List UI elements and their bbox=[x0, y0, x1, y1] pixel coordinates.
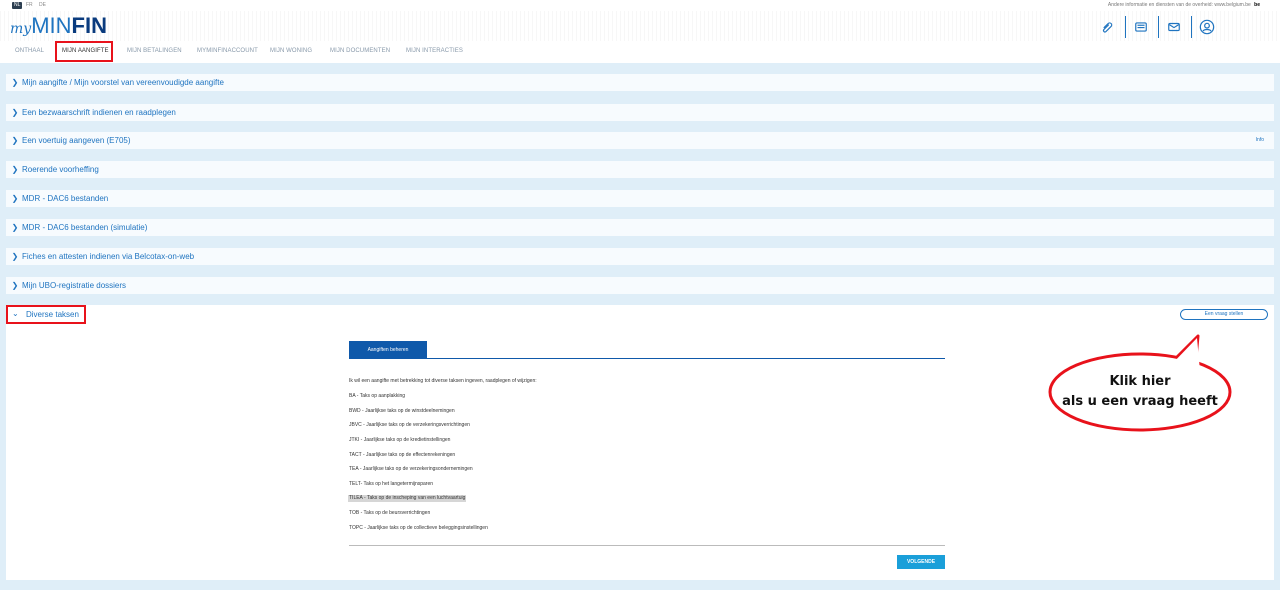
accordion-label: Een bezwaarschrift indienen en raadplege… bbox=[22, 108, 176, 117]
site-header: myMINFIN bbox=[0, 11, 1280, 41]
accordion-item-diverse-taksen[interactable]: ⌄ Diverse taksen bbox=[6, 305, 1274, 324]
accordion-item-voertuig[interactable]: ❯ Een voertuig aangeven (E705) Info bbox=[6, 132, 1274, 149]
tax-option[interactable]: BWD - Jaarlijkse taks op de winstdeelnem… bbox=[349, 408, 455, 415]
nav-onthaal[interactable]: ONTHAAL bbox=[15, 48, 44, 54]
accordion-label: MDR - DAC6 bestanden (simulatie) bbox=[22, 223, 148, 232]
nav-mijn-betalingen[interactable]: MIJN BETALINGEN bbox=[127, 48, 182, 54]
tab-aangiften-beheren[interactable]: Aangiften beheren bbox=[349, 341, 427, 359]
callout-text: Klik hier als u een vraag heeft bbox=[1040, 372, 1240, 412]
tax-option[interactable]: TOPC - Jaarlijkse taks op de collectieve… bbox=[349, 525, 488, 532]
form-divider bbox=[349, 545, 945, 546]
accordion-label: Mijn aangifte / Mijn voorstel van vereen… bbox=[22, 78, 224, 87]
main-nav: ONTHAAL MIJN AANGIFTE MIJN BETALINGEN MY… bbox=[0, 41, 1280, 63]
accordion-item-bezwaarschrift[interactable]: ❯ Een bezwaarschrift indienen en raadple… bbox=[6, 104, 1274, 121]
annotation-highlight-nav bbox=[55, 41, 113, 62]
accordion-label: Roerende voorheffing bbox=[22, 165, 99, 174]
paperclip-icon[interactable] bbox=[1097, 17, 1117, 37]
top-strip: NL FR DE Andere informatie en diensten v… bbox=[0, 0, 1280, 11]
tax-option-selected[interactable]: TILEA - Taks op de inscheping van een lu… bbox=[348, 495, 467, 502]
accordion-item-mdr-dac6[interactable]: ❯ MDR - DAC6 bestanden bbox=[6, 190, 1274, 207]
mail-icon[interactable] bbox=[1164, 17, 1184, 37]
tax-option[interactable]: BA - Taks op aanplakking bbox=[349, 393, 405, 400]
lang-nl-link[interactable]: NL bbox=[12, 2, 23, 9]
callout-line-1: Klik hier bbox=[1109, 374, 1171, 389]
accordion-label: Fiches en attesten indienen via Belcotax… bbox=[22, 252, 195, 261]
accordion-item-belcotax[interactable]: ❯ Fiches en attesten indienen via Belcot… bbox=[6, 248, 1274, 265]
myminfin-logo[interactable]: myMINFIN bbox=[10, 13, 107, 39]
accordion-item-mijn-aangifte[interactable]: ❯ Mijn aangifte / Mijn voorstel van vere… bbox=[6, 74, 1274, 91]
chevron-right-icon: ❯ bbox=[11, 165, 19, 174]
chevron-right-icon: ❯ bbox=[11, 194, 19, 203]
chevron-right-icon: ❯ bbox=[11, 281, 19, 290]
tax-option[interactable]: TACT - Jaarlijkse taks op de effectenrek… bbox=[349, 452, 455, 459]
accordion-label: Een voertuig aangeven (E705) bbox=[22, 136, 131, 145]
lang-de-link[interactable]: DE bbox=[39, 2, 46, 9]
user-icon[interactable] bbox=[1197, 17, 1217, 37]
document-list-icon[interactable] bbox=[1131, 17, 1151, 37]
lang-fr-link[interactable]: FR bbox=[26, 2, 33, 9]
accordion-item-ubo[interactable]: ❯ Mijn UBO-registratie dossiers bbox=[6, 277, 1274, 294]
nav-mijn-interacties[interactable]: MIJN INTERACTIES bbox=[406, 48, 463, 54]
chevron-right-icon: ❯ bbox=[11, 223, 19, 232]
chevron-right-icon: ❯ bbox=[11, 78, 19, 87]
tax-option[interactable]: JTKI - Jaarlijkse taks op de kredietinst… bbox=[349, 437, 450, 444]
nav-mijn-woning[interactable]: MIJN WONING bbox=[270, 48, 312, 54]
header-separator bbox=[1191, 16, 1192, 38]
tax-option[interactable]: TEA - Jaarlijkse taks op de verzekerings… bbox=[349, 466, 473, 473]
accordion-label: MDR - DAC6 bestanden bbox=[22, 194, 109, 203]
tax-option[interactable]: TELT- Taks op het langetermijnsparen bbox=[349, 481, 433, 488]
nav-myminfinaccount[interactable]: MYMINFINACCOUNT bbox=[197, 48, 258, 54]
chevron-right-icon: ❯ bbox=[11, 136, 19, 145]
chevron-right-icon: ❯ bbox=[11, 108, 19, 117]
chevron-right-icon: ❯ bbox=[11, 252, 19, 261]
intro-text: Ik wil een aangifte met betrekking tot d… bbox=[349, 378, 537, 384]
callout-line-2: als u een vraag heeft bbox=[1062, 394, 1218, 409]
tab-underline bbox=[349, 358, 945, 359]
government-info-link[interactable]: Andere informatie en diensten van de ove… bbox=[1108, 2, 1260, 9]
header-separator bbox=[1158, 16, 1159, 38]
header-separator bbox=[1125, 16, 1126, 38]
accordion-item-mdr-dac6-simulatie[interactable]: ❯ MDR - DAC6 bestanden (simulatie) bbox=[6, 219, 1274, 236]
accordion-label: Mijn UBO-registratie dossiers bbox=[22, 281, 127, 290]
tax-option[interactable]: JBVC - Jaarlijkse taks op de verzekering… bbox=[349, 422, 470, 429]
info-link[interactable]: Info bbox=[1256, 137, 1264, 143]
accordion-item-roerende-voorheffing[interactable]: ❯ Roerende voorheffing bbox=[6, 161, 1274, 178]
ask-question-button[interactable]: Een vraag stellen bbox=[1180, 309, 1268, 320]
tax-option[interactable]: TOB - Taks op de beursverrichtingen bbox=[349, 510, 430, 517]
next-button[interactable]: VOLGENDE bbox=[897, 555, 945, 569]
nav-mijn-documenten[interactable]: MIJN DOCUMENTEN bbox=[330, 48, 390, 54]
annotation-highlight-section bbox=[6, 305, 86, 324]
